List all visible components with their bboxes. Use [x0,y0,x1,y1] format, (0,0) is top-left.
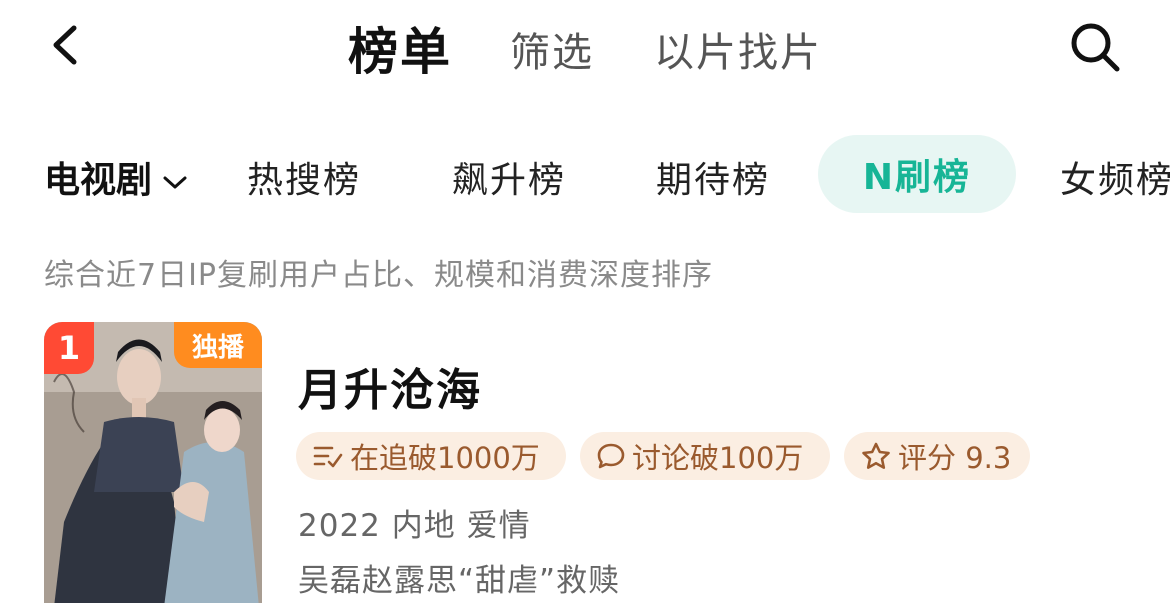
tab-filter[interactable]: 筛选 [510,20,594,78]
tab-anticipated[interactable]: 期待榜 [656,151,770,203]
category-dropdown[interactable]: 电视剧 [44,151,188,203]
tab-rising[interactable]: 飙升榜 [452,151,566,203]
list-check-icon [313,446,343,468]
page-title: 榜单 [348,23,452,81]
rating-tag: 评分 9.3 [844,432,1030,480]
category-dropdown-label: 电视剧 [44,160,153,201]
discussion-tag-label: 讨论破100万 [632,441,804,475]
tab-female-audience[interactable]: 女频榜 [1060,151,1170,203]
tab-rewatch-label: N刷榜 [862,157,972,198]
show-title[interactable]: 月升沧海 [298,354,482,418]
show-description: 吴磊赵露思“甜虐”救赎 [298,563,621,599]
category-row: 电视剧 热搜榜 飙升榜 期待榜 N刷榜 女频榜 [0,135,1170,215]
tab-rewatch[interactable]: N刷榜 [818,135,1016,213]
followers-tag: 在追破1000万 [296,432,566,480]
show-poster[interactable]: 1 独播 [44,322,262,603]
back-button[interactable] [40,20,90,70]
search-button[interactable] [1066,18,1124,76]
ranking-description: 综合近7日IP复刷用户占比、规模和消费深度排序 [44,258,714,293]
search-icon [1071,23,1120,72]
ranking-page: 榜单 筛选 以片找片 电视剧 热搜榜 飙升榜 期待榜 N刷榜 女频榜 综合近7日… [0,0,1170,603]
star-icon [862,442,890,469]
rating-tag-label: 评分 9.3 [898,441,1012,475]
chat-bubble-icon [597,443,625,469]
chevron-down-icon [162,160,188,201]
exclusive-badge: 独播 [174,322,262,368]
tab-hot-search[interactable]: 热搜榜 [247,151,361,203]
chevron-left-icon [53,25,77,65]
tab-find-by-show[interactable]: 以片找片 [654,20,822,78]
rank-badge: 1 [44,322,94,374]
discussion-tag: 讨论破100万 [580,432,830,480]
followers-tag-label: 在追破1000万 [350,441,540,475]
show-meta: 2022 内地 爱情 [298,508,531,544]
